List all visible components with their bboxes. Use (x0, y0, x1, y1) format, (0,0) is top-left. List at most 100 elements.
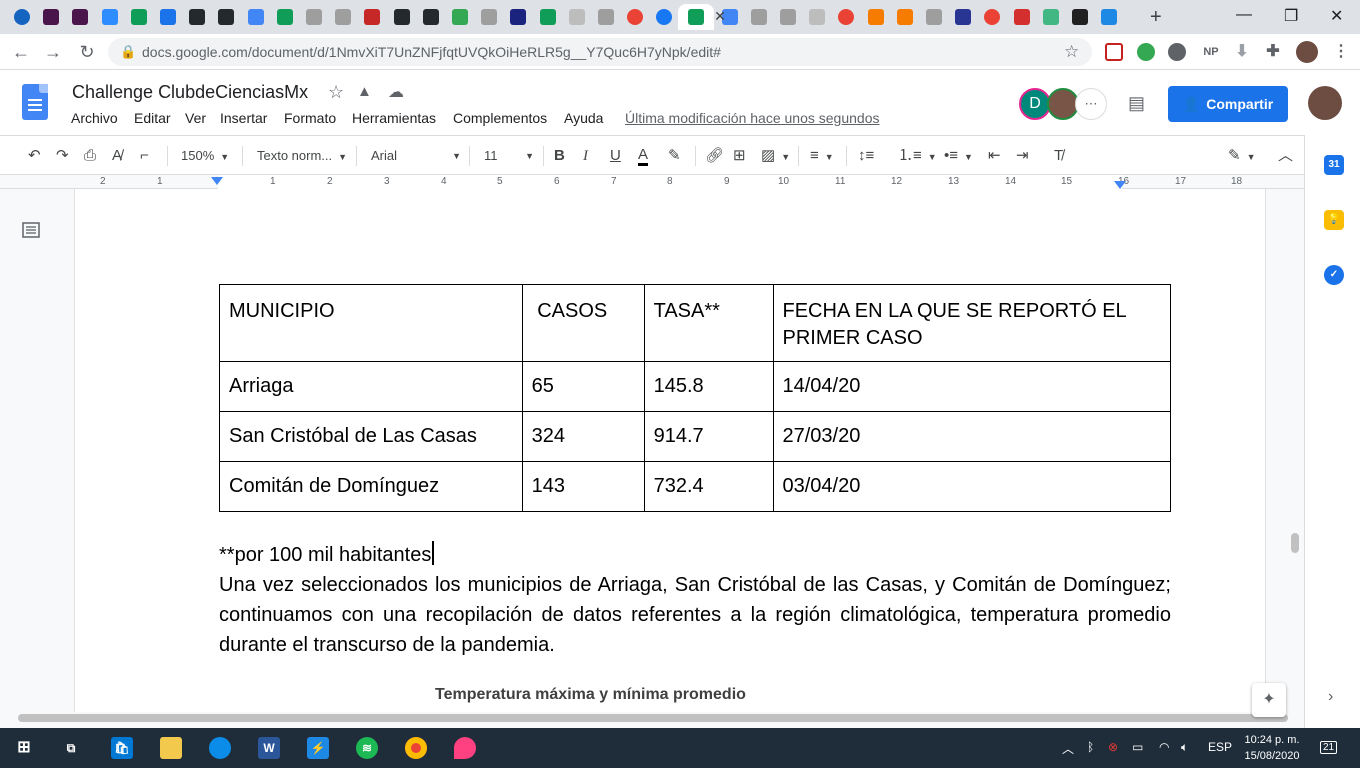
browser-tab[interactable] (127, 4, 151, 30)
style-select[interactable]: Texto norm... ▼ (257, 146, 347, 166)
spotify-icon[interactable]: ≋ (356, 737, 378, 759)
chrome-icon[interactable] (405, 737, 427, 759)
table-cell[interactable]: 65 (521, 361, 645, 412)
expand-panel-icon[interactable]: › (1328, 688, 1333, 706)
tray-chevron-icon[interactable]: ︿ (1062, 740, 1074, 757)
menu-archivo[interactable]: Archivo (71, 110, 118, 126)
wifi-icon[interactable]: ◠ (1159, 740, 1169, 754)
table-header-cell[interactable]: FECHA EN LA QUE SE REPORTÓ EL PRIMER CAS… (772, 284, 1171, 362)
covid-cases-table[interactable]: MUNICIPIO CASOS TASA** FECHA EN LA QUE S… (219, 284, 1171, 512)
extension-icon[interactable] (1105, 43, 1123, 61)
table-cell[interactable]: 143 (521, 461, 645, 512)
bookmark-star-icon[interactable]: ☆ (1064, 42, 1079, 62)
table-cell[interactable]: San Cristóbal de Las Casas (219, 411, 523, 462)
indent-marker-icon[interactable] (211, 177, 223, 185)
windows-start-icon[interactable]: ⊞ (13, 737, 35, 759)
browser-tab[interactable] (185, 4, 209, 30)
browser-tab[interactable] (980, 4, 1004, 30)
spellcheck-icon[interactable]: A̸ (112, 146, 122, 166)
browser-tab[interactable] (39, 4, 63, 30)
chart-image-title[interactable]: Temperatura máxima y mínima promedio (435, 686, 746, 704)
browser-tab[interactable] (244, 4, 268, 30)
word-icon[interactable]: W (258, 737, 280, 759)
link-icon[interactable]: 🔗︎ (705, 146, 724, 166)
browser-tab[interactable] (331, 4, 355, 30)
browser-tab[interactable] (805, 4, 829, 30)
table-cell[interactable]: 145.8 (643, 361, 774, 412)
table-cell[interactable]: Arriaga (219, 361, 523, 412)
new-tab-icon[interactable]: + (1150, 6, 1162, 29)
browser-tab[interactable] (68, 4, 92, 30)
extension-icon[interactable] (1168, 43, 1186, 61)
browser-tab[interactable] (98, 4, 122, 30)
browser-tab[interactable] (864, 4, 888, 30)
paint-app-icon[interactable] (454, 737, 476, 759)
file-explorer-icon[interactable] (160, 737, 182, 759)
body-paragraph[interactable]: Una vez seleccionados los municipios de … (219, 570, 1171, 660)
menu-herramientas[interactable]: Herramientas (352, 110, 436, 126)
redo-icon[interactable]: ↷ (56, 146, 69, 166)
browser-tab[interactable] (273, 4, 297, 30)
browser-tab[interactable] (776, 4, 800, 30)
account-avatar[interactable] (1308, 86, 1342, 120)
last-modified-link[interactable]: Última modificación hace unos segundos (625, 110, 879, 126)
close-tab-icon[interactable]: ✕ (712, 8, 728, 24)
horizontal-scrollbar-thumb[interactable] (18, 714, 1288, 722)
browser-tab[interactable] (419, 4, 443, 30)
insert-image-icon[interactable]: ▨ ▼ (761, 146, 790, 166)
network-error-icon[interactable]: ⊗ (1108, 740, 1118, 754)
underline-icon[interactable]: U (610, 146, 621, 166)
bulleted-list-icon[interactable]: •≡ ▼ (944, 146, 973, 166)
browser-tab[interactable] (448, 4, 472, 30)
zoom-select[interactable]: 150% ▼ (181, 146, 229, 166)
browser-tab[interactable] (1039, 4, 1063, 30)
menu-ver[interactable]: Ver (185, 110, 206, 126)
browser-tab[interactable] (536, 4, 560, 30)
move-to-drive-icon[interactable]: ▲ (357, 83, 372, 100)
table-cell[interactable]: Comitán de Domínguez (219, 461, 523, 512)
table-header-cell[interactable]: CASOS (521, 284, 645, 362)
document-page[interactable]: MUNICIPIO CASOS TASA** FECHA EN LA QUE S… (75, 189, 1265, 712)
browser-menu-icon[interactable]: ⋮ (1332, 43, 1350, 61)
increase-indent-icon[interactable]: ⇥ (1016, 146, 1029, 166)
menu-complementos[interactable]: Complementos (453, 110, 547, 126)
text-color-icon[interactable]: A (638, 146, 649, 166)
numbered-list-icon[interactable]: ⒈≡ ▼ (898, 146, 937, 166)
browser-tab[interactable] (302, 4, 326, 30)
browser-tab[interactable] (1010, 4, 1034, 30)
table-cell[interactable]: 914.7 (643, 411, 774, 462)
print-icon[interactable]: ⎙ (84, 146, 96, 166)
browser-tab[interactable] (951, 4, 975, 30)
browser-tab[interactable] (594, 4, 618, 30)
edge-icon[interactable] (209, 737, 231, 759)
notifications-badge[interactable]: 21 (1320, 741, 1338, 754)
clear-formatting-icon[interactable]: T̸ (1054, 146, 1063, 166)
highlight-icon[interactable]: ✎ (668, 146, 681, 166)
browser-tab[interactable] (652, 4, 676, 30)
browser-tab[interactable] (156, 4, 180, 30)
volume-icon[interactable]: 🔈︎ (1181, 740, 1188, 755)
table-cell[interactable]: 732.4 (643, 461, 774, 512)
profile-avatar[interactable] (1296, 41, 1318, 63)
keep-icon[interactable]: 💡 (1324, 210, 1344, 230)
browser-tab[interactable] (893, 4, 917, 30)
paint-format-icon[interactable]: ⌐ (140, 146, 149, 166)
clock[interactable]: 10:24 p. m. 15/08/2020 (1236, 732, 1308, 764)
extension-icon[interactable] (1137, 43, 1155, 61)
browser-tab[interactable] (922, 4, 946, 30)
address-bar[interactable]: 🔒 docs.google.com/document/d/1NmvXiT7UnZ… (108, 38, 1092, 66)
browser-tab[interactable] (10, 4, 34, 30)
browser-tab[interactable] (506, 4, 530, 30)
explore-button[interactable]: ✦ (1252, 683, 1286, 717)
browser-tab[interactable] (747, 4, 771, 30)
font-select[interactable]: Arial ▼ (371, 146, 461, 166)
bold-icon[interactable]: B (554, 146, 565, 166)
right-indent-marker-icon[interactable] (1114, 181, 1126, 189)
battery-icon[interactable]: ▭ (1132, 740, 1143, 754)
maximize-icon[interactable]: ❐ (1284, 6, 1298, 26)
table-cell[interactable]: 324 (521, 411, 645, 462)
np-extension-icon[interactable]: NP (1199, 43, 1223, 61)
browser-tab[interactable] (1097, 4, 1121, 30)
tasks-icon[interactable]: ✓ (1324, 265, 1344, 285)
task-view-icon[interactable]: ⧉ (60, 737, 82, 759)
